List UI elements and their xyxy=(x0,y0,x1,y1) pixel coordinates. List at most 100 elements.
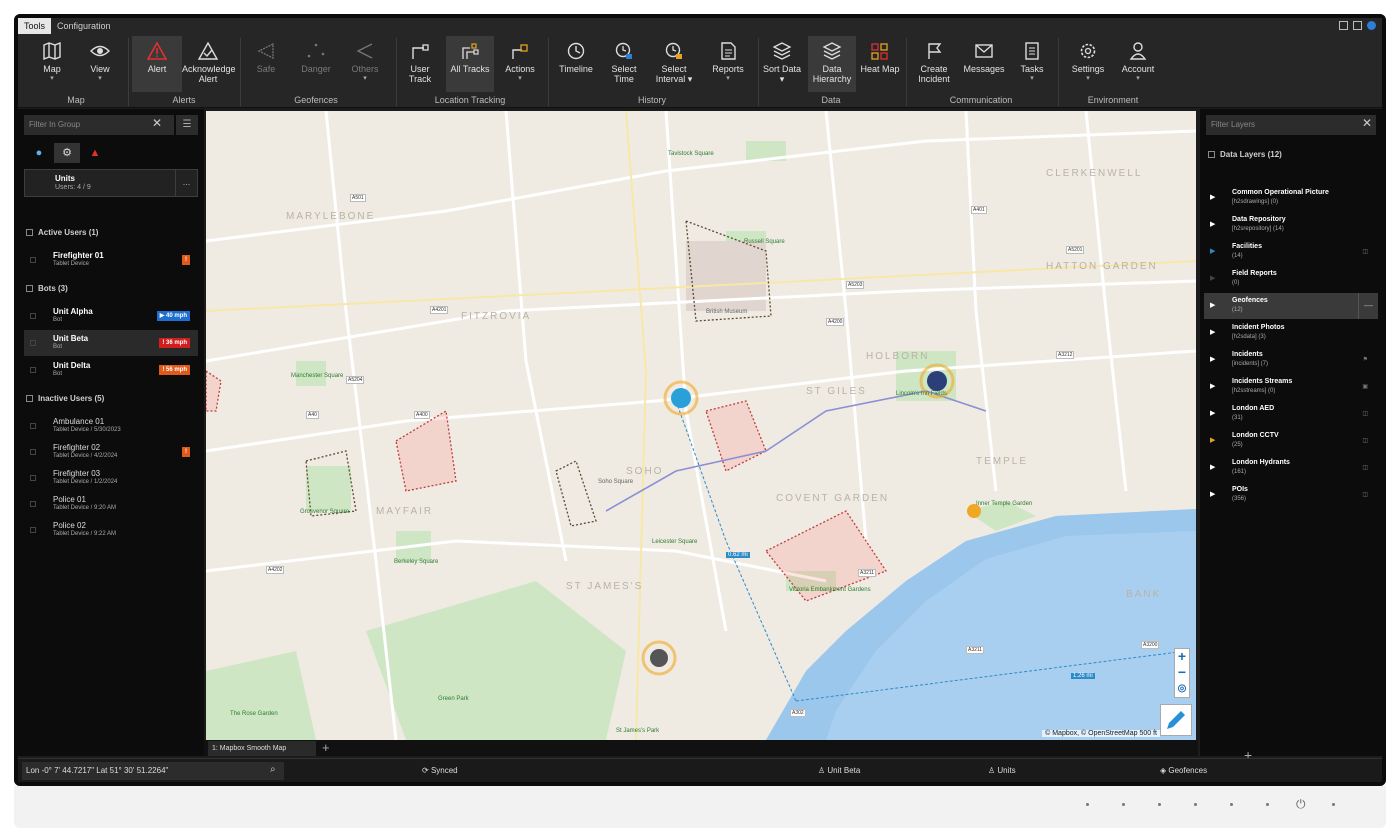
list-item[interactable]: Ambulance 01 Tablet Device / 5/30/2023 xyxy=(24,413,198,439)
geofence-safe-button[interactable]: Safe xyxy=(246,36,286,92)
clear-layer-filter-icon[interactable]: ✕ xyxy=(1362,116,1372,130)
actions-button[interactable]: Actions ▾ xyxy=(500,36,540,92)
road-shield: A5203 xyxy=(846,281,865,289)
road-shield: A501 xyxy=(350,194,366,202)
group-inactive-users[interactable]: Inactive Users (5) xyxy=(26,394,104,403)
select-time-button[interactable]: Select Time xyxy=(604,36,644,92)
users-tab-icon[interactable]: ● xyxy=(26,143,52,163)
all-tracks-icon xyxy=(462,43,479,59)
sort-data-button[interactable]: Sort Data ▾ xyxy=(762,36,802,92)
select-interval-button[interactable]: Select Interval ▾ xyxy=(650,36,698,92)
map-button[interactable]: Map ▾ xyxy=(32,36,72,92)
units-group-header[interactable]: Units Users: 4 / 9 ... xyxy=(24,169,198,197)
layer-item[interactable]: ▶ Facilities (14) ◫ xyxy=(1204,239,1378,265)
map-place-label: Manchester Square xyxy=(291,373,344,379)
layer-item[interactable]: ▶ London Hydrants (161) ◫ xyxy=(1204,455,1378,481)
units-more-button[interactable]: ... xyxy=(175,170,197,196)
reports-button[interactable]: Reports ▾ xyxy=(706,36,750,92)
recenter-button[interactable]: ◎ xyxy=(1175,681,1189,697)
group-label-geofences: Geofences xyxy=(294,95,338,105)
all-tracks-button[interactable]: All Tracks xyxy=(446,36,494,92)
sync-status[interactable]: ⟳ Synced xyxy=(422,766,458,775)
add-map-tab-button[interactable]: + xyxy=(322,740,330,755)
map-canvas[interactable]: MARYLEBONE FITZROVIA MAYFAIR SOHO COVENT… xyxy=(206,111,1196,740)
pencil-icon xyxy=(1167,711,1185,729)
view-button[interactable]: View ▾ xyxy=(80,36,120,92)
acknowledge-icon xyxy=(198,42,218,60)
timeline-button[interactable]: Timeline xyxy=(554,36,598,92)
group-bots[interactable]: Bots (3) xyxy=(26,284,68,293)
envelope-icon xyxy=(975,44,993,58)
data-hierarchy-button[interactable]: Data Hierarchy xyxy=(808,36,856,92)
list-item[interactable]: Police 01 Tablet Device / 9:20 AM xyxy=(24,491,198,517)
create-incident-button[interactable]: Create Incident xyxy=(912,36,956,92)
geofence-others-button[interactable]: Others ▾ xyxy=(344,36,386,92)
map-area-label: COVENT GARDEN xyxy=(776,493,890,504)
map-tab[interactable]: 1: Mapbox Smooth Map xyxy=(208,741,316,756)
tab-configuration[interactable]: Configuration xyxy=(51,18,117,34)
bots-tab-icon[interactable]: ⚙ xyxy=(54,143,80,163)
geofence-danger-button[interactable]: Danger xyxy=(294,36,338,92)
lock-icon: ▣ xyxy=(1362,384,1368,390)
list-item[interactable]: Firefighter 03 Tablet Device / 1/2/2024 xyxy=(24,465,198,491)
heat-map-button[interactable]: Heat Map xyxy=(860,36,900,92)
layer-item-selected[interactable]: ▶ Geofences (12) — xyxy=(1204,293,1378,319)
acknowledge-alert-button[interactable]: Acknowledge Alert xyxy=(182,36,236,92)
road-shield: A5201 xyxy=(1066,246,1085,254)
safe-geofence-icon xyxy=(257,42,274,60)
user-track-button[interactable]: User Track xyxy=(400,36,440,92)
road-shield: A401 xyxy=(971,206,987,214)
layer-item[interactable]: ▶ Incidents [incidents] (7) ⚑ xyxy=(1204,347,1378,373)
units-status[interactable]: ♙ Units xyxy=(988,766,1016,775)
list-item[interactable]: Unit Alpha Bot ▶ 40 mph xyxy=(24,303,198,329)
list-item[interactable]: Unit Delta Bot! 56 mph xyxy=(24,357,198,383)
data-hierarchy-icon xyxy=(822,42,842,60)
alert-button[interactable]: Alert xyxy=(132,36,182,92)
layer-item[interactable]: ▶ Field Reports (0) xyxy=(1204,266,1378,292)
layer-item[interactable]: ▶ Incidents Streams [h2sstreams] (0) ▣ xyxy=(1204,374,1378,400)
geofences-status[interactable]: ◈ Geofences xyxy=(1160,766,1207,775)
settings-button[interactable]: Settings ▾ xyxy=(1066,36,1110,92)
map-place-label: The Rose Garden xyxy=(230,711,278,717)
list-item-selected[interactable]: Unit Beta Bot! 36 mph xyxy=(24,330,198,356)
layer-filter-input[interactable]: Filter Layers xyxy=(1206,115,1376,135)
left-panel-tabs: ● ⚙ ▲ xyxy=(26,143,108,163)
layer-item[interactable]: ▶ Incident Photos [h2sdata] (3) xyxy=(1204,320,1378,346)
map-attribution[interactable]: © Mapbox, © OpenStreetMap 500 ft xyxy=(1042,730,1160,737)
coordinates-readout[interactable]: Lon -0° 7' 44.7217" Lat 51° 30' 51.2264" xyxy=(22,762,284,780)
layer-item[interactable]: ▶ POIs (356) ◫ xyxy=(1204,482,1378,508)
tab-tools[interactable]: Tools xyxy=(18,18,52,34)
layer-item[interactable]: ▶ Common Operational Picture [h2sdrawings]… xyxy=(1204,185,1378,211)
selected-unit-status[interactable]: ♙ Unit Beta xyxy=(818,766,860,775)
zoom-out-button[interactable]: − xyxy=(1175,665,1189,681)
draw-tool-button[interactable] xyxy=(1160,704,1192,736)
group-active-users[interactable]: Active Users (1) xyxy=(26,228,98,237)
layout-icon[interactable] xyxy=(1339,21,1348,30)
list-item[interactable]: Firefighter 02 Tablet Device / 4/2/2024! xyxy=(24,439,198,465)
layer-more-button[interactable]: — xyxy=(1358,293,1378,319)
filter-options-icon[interactable]: ☰ xyxy=(176,115,198,135)
layer-item[interactable]: ▶ Data Repository [h2srepository] (14) xyxy=(1204,212,1378,238)
search-icon[interactable]: ⌕ xyxy=(270,764,276,775)
data-layers-header[interactable]: Data Layers (12) xyxy=(1208,150,1282,159)
account-button[interactable]: Account ▾ xyxy=(1116,36,1160,92)
alerts-tab-icon[interactable]: ▲ xyxy=(82,143,108,163)
app-window: Tools Configuration Map ▾ View ▾ Alert Ack… xyxy=(18,18,1382,782)
reports-icon xyxy=(721,42,736,60)
window-controls xyxy=(1339,21,1376,30)
power-icon[interactable]: ⏻ xyxy=(1296,797,1306,812)
clear-filter-icon[interactable]: ✕ xyxy=(152,116,162,130)
timeline-icon xyxy=(567,42,585,60)
tasks-button[interactable]: Tasks ▾ xyxy=(1014,36,1050,92)
list-item[interactable]: Police 02 Tablet Device / 9:22 AM xyxy=(24,517,198,543)
help-icon[interactable] xyxy=(1367,21,1376,30)
zoom-in-button[interactable]: + xyxy=(1175,649,1189,665)
list-item[interactable]: Firefighter 01 Tablet Device! xyxy=(24,247,198,273)
layer-item[interactable]: ▶ London CCTV (25) ◫ xyxy=(1204,428,1378,454)
fullscreen-icon[interactable] xyxy=(1353,21,1362,30)
messages-button[interactable]: Messages xyxy=(962,36,1006,92)
road-shield: A3200 xyxy=(1141,641,1160,649)
map-place-label: Green Park xyxy=(438,696,469,702)
map-place-label: Russell Square xyxy=(744,239,785,245)
layer-item[interactable]: ▶ London AED (31) ◫ xyxy=(1204,401,1378,427)
